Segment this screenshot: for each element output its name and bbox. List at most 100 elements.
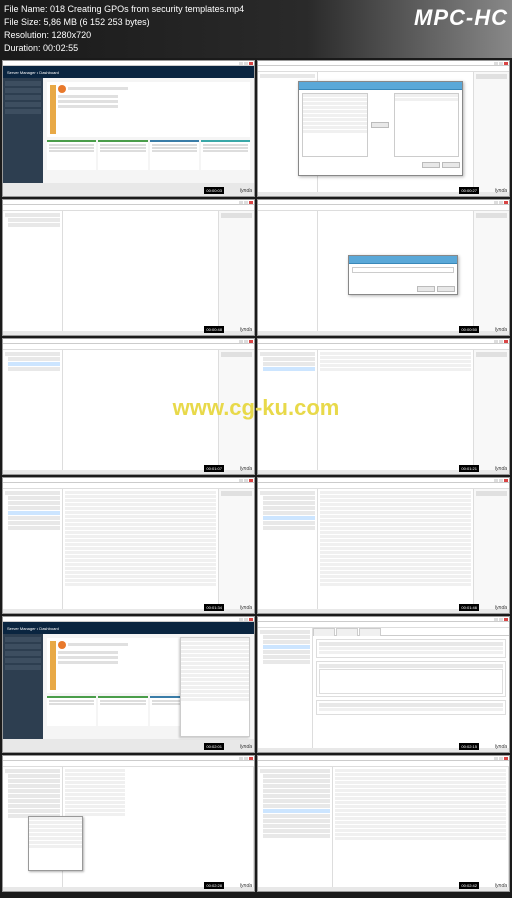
role-tile: [98, 140, 147, 170]
accent-bar: [50, 85, 56, 134]
add-button: [371, 122, 389, 128]
sidebar-item: [5, 102, 41, 107]
resolution-label: Resolution:: [4, 30, 49, 40]
step-circle-icon: [58, 641, 66, 649]
welcome-tile: [47, 82, 250, 137]
close-icon: [504, 62, 508, 65]
actions-pane: [474, 72, 509, 192]
ok-button: [422, 162, 440, 168]
mmc-tree: [258, 350, 318, 470]
gpo-main: [313, 628, 509, 748]
thumbnail-9[interactable]: Server Manager • Dashboard: [2, 616, 255, 753]
file-size-value: 5,86 MB (6 152 253 bytes): [44, 17, 150, 27]
tree-node: [263, 362, 315, 366]
actions-pane: [474, 211, 509, 331]
sidebar-item: [5, 109, 41, 114]
gpo-editor-center: [63, 767, 254, 887]
available-snapins-list: [302, 93, 368, 157]
wmi-section: [316, 700, 506, 715]
thumbnail-3[interactable]: 00:00:48 lynda: [2, 199, 255, 336]
tree-node: [5, 213, 60, 217]
brand-logo: lynda: [495, 466, 507, 472]
step-text: [68, 87, 128, 90]
sm-main-content: [43, 78, 254, 183]
duration-value: 00:02:55: [43, 43, 78, 53]
brand-logo: lynda: [495, 744, 507, 750]
thumbnail-5[interactable]: 00:01:07 lynda: [2, 338, 255, 475]
dialog-titlebar: [299, 82, 462, 90]
mmc-tree: [3, 211, 63, 331]
mmc-center: [318, 489, 474, 609]
sm-sidebar: [3, 78, 43, 183]
tree-node: [8, 357, 60, 361]
timestamp: 00:00:50: [459, 326, 479, 333]
step-text: [58, 105, 118, 108]
file-metadata: File Name: 018 Creating GPOs from securi…: [4, 3, 244, 55]
role-tile: [47, 696, 96, 726]
brand-logo: lynda: [240, 883, 252, 889]
mmc-tree: [258, 489, 318, 609]
step-text: [58, 100, 118, 103]
brand-logo: lynda: [240, 605, 252, 611]
sidebar-item: [5, 88, 41, 93]
timestamp: 00:02:15: [459, 743, 479, 750]
sm-title: Server Manager • Dashboard: [7, 626, 59, 631]
tree-node: [8, 218, 60, 222]
thumbnail-12[interactable]: 00:02:42 lynda: [257, 755, 510, 892]
selected-snapins-list: [394, 93, 460, 157]
accent-bar: [50, 641, 56, 690]
brand-logo: lynda: [495, 327, 507, 333]
scope-section: [316, 639, 506, 658]
actions-pane: [219, 489, 254, 609]
brand-logo: lynda: [240, 327, 252, 333]
timestamp: 00:02:01: [204, 743, 224, 750]
timestamp: 00:00:48: [204, 326, 224, 333]
sidebar-item: [5, 95, 41, 100]
thumbnail-8[interactable]: 00:01:46 lynda: [257, 477, 510, 614]
media-player-header: File Name: 018 Creating GPOs from securi…: [0, 0, 512, 58]
mmc-tree: [3, 489, 63, 609]
resolution-value: 1280x720: [52, 30, 92, 40]
app-title: MPC-HC: [414, 5, 508, 31]
brand-logo: lynda: [495, 883, 507, 889]
timestamp: 00:01:46: [459, 604, 479, 611]
actions-pane: [474, 350, 509, 470]
thumbnail-7[interactable]: 00:01:34 lynda: [2, 477, 255, 614]
sidebar-item: [5, 81, 41, 86]
file-name-label: File Name:: [4, 4, 48, 14]
minimize-icon: [494, 62, 498, 65]
context-menu: [28, 816, 83, 871]
mmc-center: [318, 350, 474, 470]
tree-node: [8, 367, 60, 371]
file-name-value: 018 Creating GPOs from security template…: [50, 4, 244, 14]
step-circle-icon: [58, 85, 66, 93]
thumbnail-2[interactable]: 00:00:27 lynda: [257, 60, 510, 197]
gpo-tabs: [313, 628, 509, 636]
add-snapin-dialog: [298, 81, 463, 176]
close-icon: [249, 62, 253, 65]
actions-pane: [219, 350, 254, 470]
maximize-icon: [244, 62, 248, 65]
mmc-center: [63, 489, 219, 609]
maximize-icon: [499, 62, 503, 65]
sm-sidebar: [3, 634, 43, 739]
timestamp: 00:02:42: [459, 882, 479, 889]
policy-list: [333, 767, 509, 887]
thumbnail-1[interactable]: Server Manager • Dashboard: [2, 60, 255, 197]
timestamp: 00:01:21: [459, 465, 479, 472]
step-text: [58, 95, 118, 98]
tree-node: [260, 352, 315, 356]
tree-node-selected: [263, 367, 315, 371]
sm-title: Server Manager • Dashboard: [7, 70, 59, 75]
actions-pane: [474, 489, 509, 609]
file-size-label: File Size:: [4, 17, 41, 27]
thumbnail-11[interactable]: 00:02:28 lynda: [2, 755, 255, 892]
thumbnail-4[interactable]: 00:00:50 lynda: [257, 199, 510, 336]
security-filtering-section: [316, 661, 506, 697]
save-dialog: [348, 255, 458, 295]
thumbnail-6[interactable]: 00:01:21 lynda: [257, 338, 510, 475]
gpo-editor-tree: [258, 767, 333, 887]
timestamp: 00:01:07: [204, 465, 224, 472]
dialog-titlebar: [349, 256, 457, 264]
thumbnail-10[interactable]: 00:02:15 lynda: [257, 616, 510, 753]
